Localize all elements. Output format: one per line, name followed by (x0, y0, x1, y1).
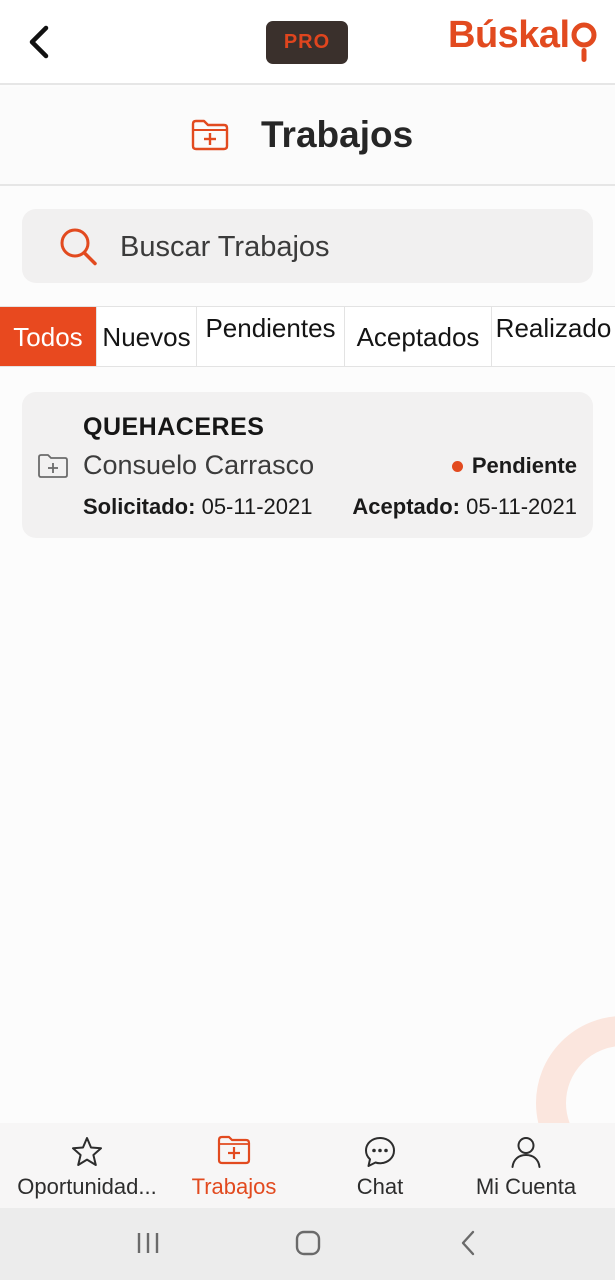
job-card[interactable]: QUEHACERES Consuelo Carrasco Pendiente S… (22, 392, 593, 538)
tab-label: Aceptados (356, 322, 480, 352)
search-input[interactable] (120, 227, 570, 267)
system-nav-bar (0, 1208, 615, 1280)
home-icon[interactable] (295, 1230, 321, 1256)
job-client-name: Consuelo Carrasco (83, 450, 315, 480)
nav-label: Chat (356, 1174, 404, 1199)
nav-item-trabajos[interactable]: Trabajos (159, 1123, 309, 1208)
nav-item-oportunidades[interactable]: Oportunidad... (12, 1123, 162, 1208)
nav-label: Trabajos (191, 1174, 277, 1199)
status-badge: Pendiente (451, 453, 577, 479)
tab-label: Todos (13, 322, 83, 352)
folder-plus-icon (38, 454, 68, 478)
tab-label: Pendientes (205, 313, 336, 343)
status-dot-icon (451, 460, 463, 472)
recent-apps-icon[interactable] (135, 1230, 161, 1256)
folder-plus-icon (191, 119, 229, 151)
requested-value: 05-11-2021 (201, 494, 313, 519)
page-title: Trabajos (261, 114, 414, 155)
folder-plus-icon (217, 1135, 251, 1165)
accepted-label: Aceptado: (352, 494, 460, 519)
top-bar: PRO Búskal (0, 0, 615, 85)
back-button[interactable] (22, 22, 58, 62)
status-label: Pendiente (471, 453, 577, 478)
tab-pendientes[interactable]: Pendientes (197, 307, 345, 366)
nav-item-mi-cuenta[interactable]: Mi Cuenta (451, 1123, 601, 1208)
logo-watermark (536, 1016, 615, 1123)
buskalo-logo: Búskal (448, 10, 597, 70)
accepted-value: 05-11-2021 (466, 494, 577, 519)
tab-label: Realizado (495, 313, 612, 343)
user-icon (511, 1137, 541, 1168)
bottom-nav: Oportunidad... Trabajos Chat Mi Cuenta (0, 1123, 615, 1208)
nav-item-chat[interactable]: Chat (305, 1123, 455, 1208)
chevron-left-icon (29, 25, 49, 59)
map-pin-o-icon (571, 22, 597, 62)
system-back-icon[interactable] (456, 1230, 482, 1256)
accepted-date: Aceptado: 05-11-2021 (352, 494, 577, 520)
requested-label: Solicitado: (83, 494, 196, 519)
filter-tabs: Todos Nuevos Pendientes Aceptados Realiz… (0, 306, 615, 367)
pro-badge[interactable]: PRO (266, 21, 348, 64)
logo-text: Búskal (448, 14, 570, 56)
job-category: QUEHACERES (83, 413, 265, 441)
nav-label: Oportunidad... (17, 1174, 157, 1199)
tab-todos[interactable]: Todos (0, 307, 97, 366)
search-bar[interactable] (22, 209, 593, 283)
star-icon (72, 1137, 102, 1166)
chat-bubble-icon (365, 1137, 395, 1167)
screen: PRO Búskal Trabajos Todos Nuevos (0, 0, 615, 1280)
tab-aceptados[interactable]: Aceptados (345, 307, 492, 366)
search-icon (60, 228, 97, 266)
nav-label: Mi Cuenta (475, 1174, 577, 1199)
requested-date: Solicitado: 05-11-2021 (83, 494, 312, 520)
tab-nuevos[interactable]: Nuevos (97, 307, 197, 366)
tab-label: Nuevos (102, 322, 191, 352)
tab-realizados[interactable]: Realizado (492, 307, 615, 366)
